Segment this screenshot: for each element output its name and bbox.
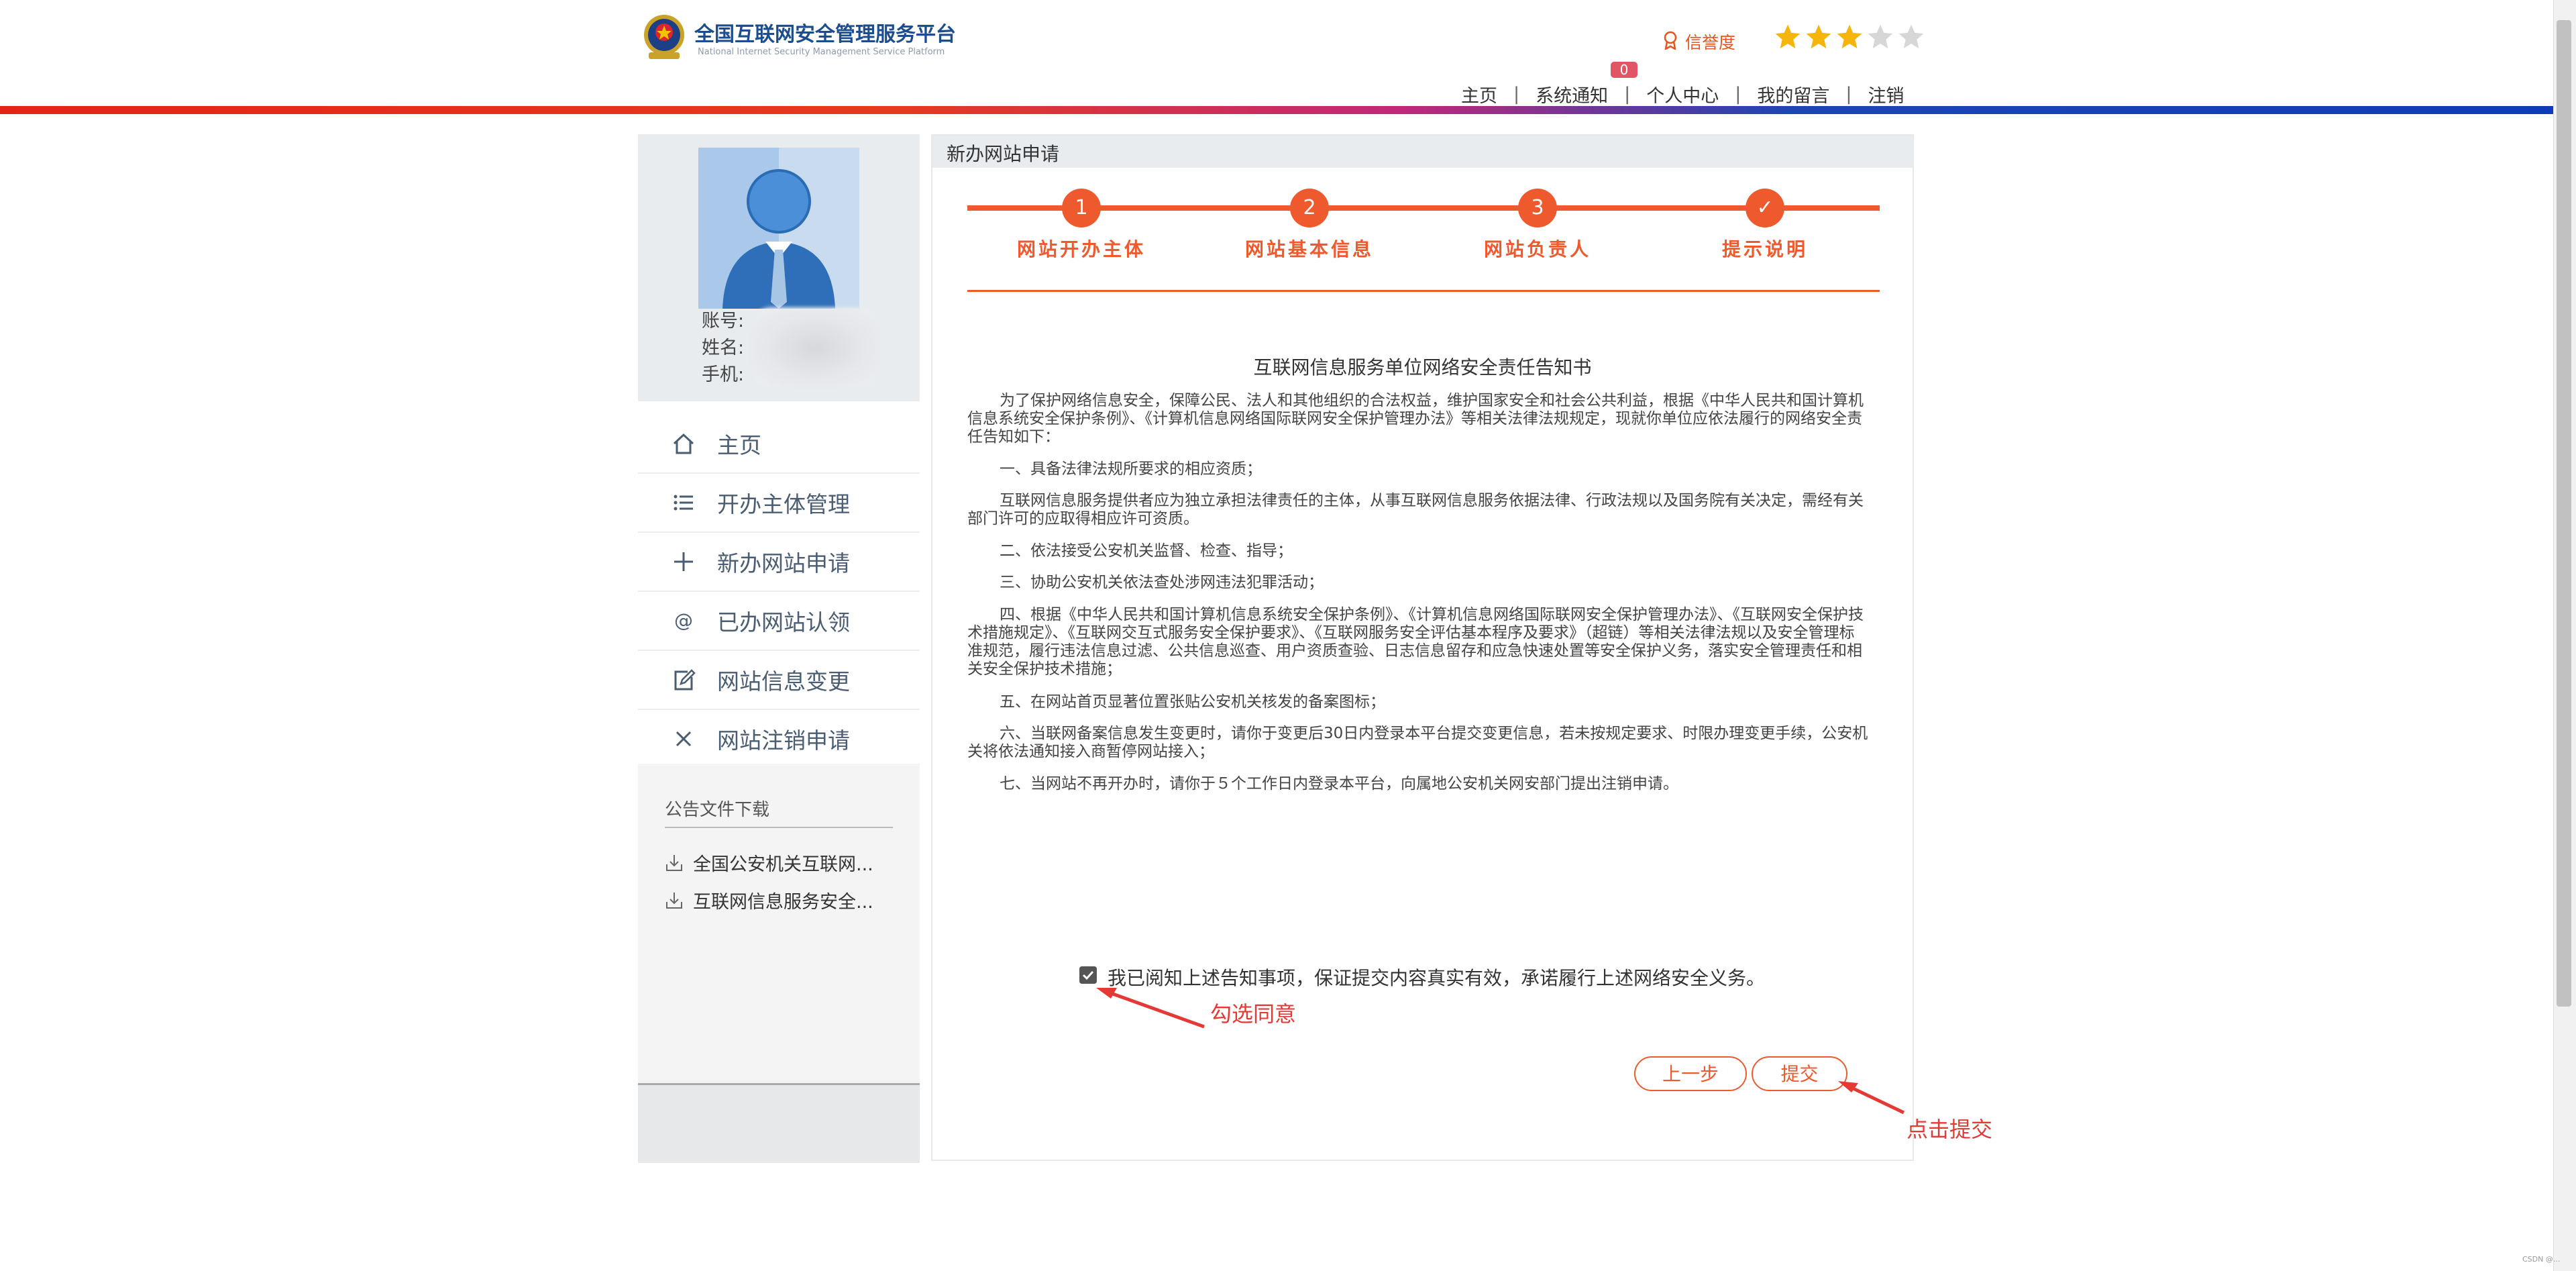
notice-title: 互联网信息服务单位网络安全责任告知书 [1253,356,1592,378]
notice-paragraph: 七、当网站不再开办时，请你于５个工作日内登录本平台，向属地公安机关网安部门提出注… [1000,775,1678,793]
close-icon [676,731,692,747]
star-filled-icon [1806,24,1831,49]
download-link[interactable]: 互联网信息服务安全... [663,887,873,913]
step-4-check-circle: ✓ [1746,189,1784,227]
name-label: 姓名: [702,338,745,358]
previous-step-button[interactable]: 上一步 [1634,1056,1747,1091]
watermark: CSDN @... [2522,1255,2561,1264]
agree-label[interactable]: 我已阅知上述告知事项，保证提交内容真实有效，承诺履行上述网络安全义务。 [1108,964,1765,990]
notification-count-badge: 0 [1611,62,1638,78]
divider [967,290,1880,292]
sidebar-item-label: 新办网站申请 [717,550,850,576]
agree-checkbox[interactable] [1079,966,1097,984]
nav-personal-center[interactable]: 个人中心 [1646,81,1719,107]
step-3-circle: 3 [1518,189,1557,227]
nav-notifications[interactable]: 系统通知 [1536,81,1608,107]
notice-paragraph: 一、具备法律法规所要求的相应资质； [1000,460,1262,478]
panel-header [932,136,1913,168]
home-icon [673,433,694,454]
at-icon: @ [674,609,693,631]
site-title: 全国互联网安全管理服务平台 [694,23,956,46]
download-link-label: 互联网信息服务安全... [693,892,873,913]
star-filled-icon [1775,24,1801,49]
nav-my-messages[interactable]: 我的留言 [1757,81,1829,107]
credit-rating-stars [1774,23,1925,55]
notice-paragraph: 五、在网站首页显著位置张贴公安机关核发的备案图标； [1000,693,1385,711]
police-emblem-logo [644,15,684,59]
download-icon [666,854,682,871]
nav-logout[interactable]: 注销 [1868,81,1904,107]
nav-separator: | [1735,83,1741,105]
divider [665,827,893,828]
edit-icon [674,669,696,691]
annotation-submit-hint: 点击提交 [1907,1117,1993,1142]
account-label: 账号: [702,311,745,332]
notice-paragraph: 六、当联网备案信息发生变更时，请你于变更后30日内登录本平台提交变更信息，若未按… [967,725,1868,760]
downloads-title: 公告文件下载 [665,800,770,820]
step-3-label: 网站负责人 [1483,238,1592,260]
notice-paragraph: 为了保护网络信息安全，保障公民、法人和其他组织的合法权益，维护国家安全和社会公共… [967,392,1864,446]
step-4-label: 提示说明 [1721,238,1809,260]
phone-label: 手机: [702,364,745,385]
panel-title: 新办网站申请 [947,143,1060,165]
svg-text:@: @ [674,609,693,631]
plus-icon [674,552,693,571]
sidebar-item-label: 主页 [717,432,761,458]
sidebar-menu: 主页 开办主体管理 新办网站申请 @ 已办网站认领 网站信息变更 网站注销申请 [638,415,920,769]
avatar [698,148,859,309]
download-icon [666,892,682,909]
sidebar-item-home[interactable]: 主页 [638,415,920,474]
nav-separator: | [1513,83,1520,105]
step-2-label: 网站基本信息 [1244,238,1375,260]
sidebar-item-new-website[interactable]: 新办网站申请 [638,533,920,592]
sidebar-item-label: 开办主体管理 [717,491,850,517]
sidebar-item-change-info[interactable]: 网站信息变更 [638,651,920,710]
notice-paragraph: 四、根据《中华人民共和国计算机信息系统安全保护条例》、《计算机信息网络国际联网安… [967,606,1864,678]
credit-label: 信誉度 [1685,33,1736,52]
submit-button[interactable]: 提交 [1752,1056,1847,1091]
nav-separator: | [1624,83,1631,105]
sidebar-item-label: 网站注销申请 [717,727,850,754]
star-empty-icon [1868,24,1893,49]
site-subtitle: National Internet Security Management Se… [698,47,945,57]
sidebar-item-cancel-website[interactable]: 网站注销申请 [638,710,920,769]
progress-track [967,205,1880,211]
redacted-profile-values [751,307,879,388]
step-1-label: 网站开办主体 [1016,238,1146,260]
sidebar-footer [638,1085,920,1163]
notice-paragraph: 二、依法接受公安机关监督、检查、指导； [1000,542,1293,560]
star-empty-icon [1898,24,1924,49]
star-filled-icon [1837,24,1862,49]
step-1-circle: 1 [1062,189,1101,227]
download-link[interactable]: 全国公安机关互联网... [663,850,873,876]
step-2-circle: 2 [1290,189,1329,227]
annotation-check-hint: 勾选同意 [1210,1001,1297,1027]
sidebar-item-label: 网站信息变更 [717,668,850,695]
top-nav: 主页 | 系统通知 | 个人中心 | 我的留言 | 注销 [1461,81,1904,107]
medal-icon [1664,31,1677,50]
sidebar-item-claim-website[interactable]: @ 已办网站认领 [638,592,920,651]
list-icon [674,495,693,511]
sidebar-item-entity-management[interactable]: 开办主体管理 [638,474,920,533]
notice-paragraph: 三、协助公安机关依法查处涉网违法犯罪活动； [1000,574,1324,591]
nav-home[interactable]: 主页 [1461,81,1497,107]
download-link-label: 全国公安机关互联网... [693,854,873,875]
scrollbar-thumb[interactable] [2557,20,2571,1007]
notice-paragraph: 互联网信息服务提供者应为独立承担法律责任的主体，从事互联网信息服务依据法律、行政… [967,492,1864,527]
header-gradient-bar [0,106,2553,114]
nav-separator: | [1845,83,1852,105]
sidebar-item-label: 已办网站认领 [717,609,850,636]
